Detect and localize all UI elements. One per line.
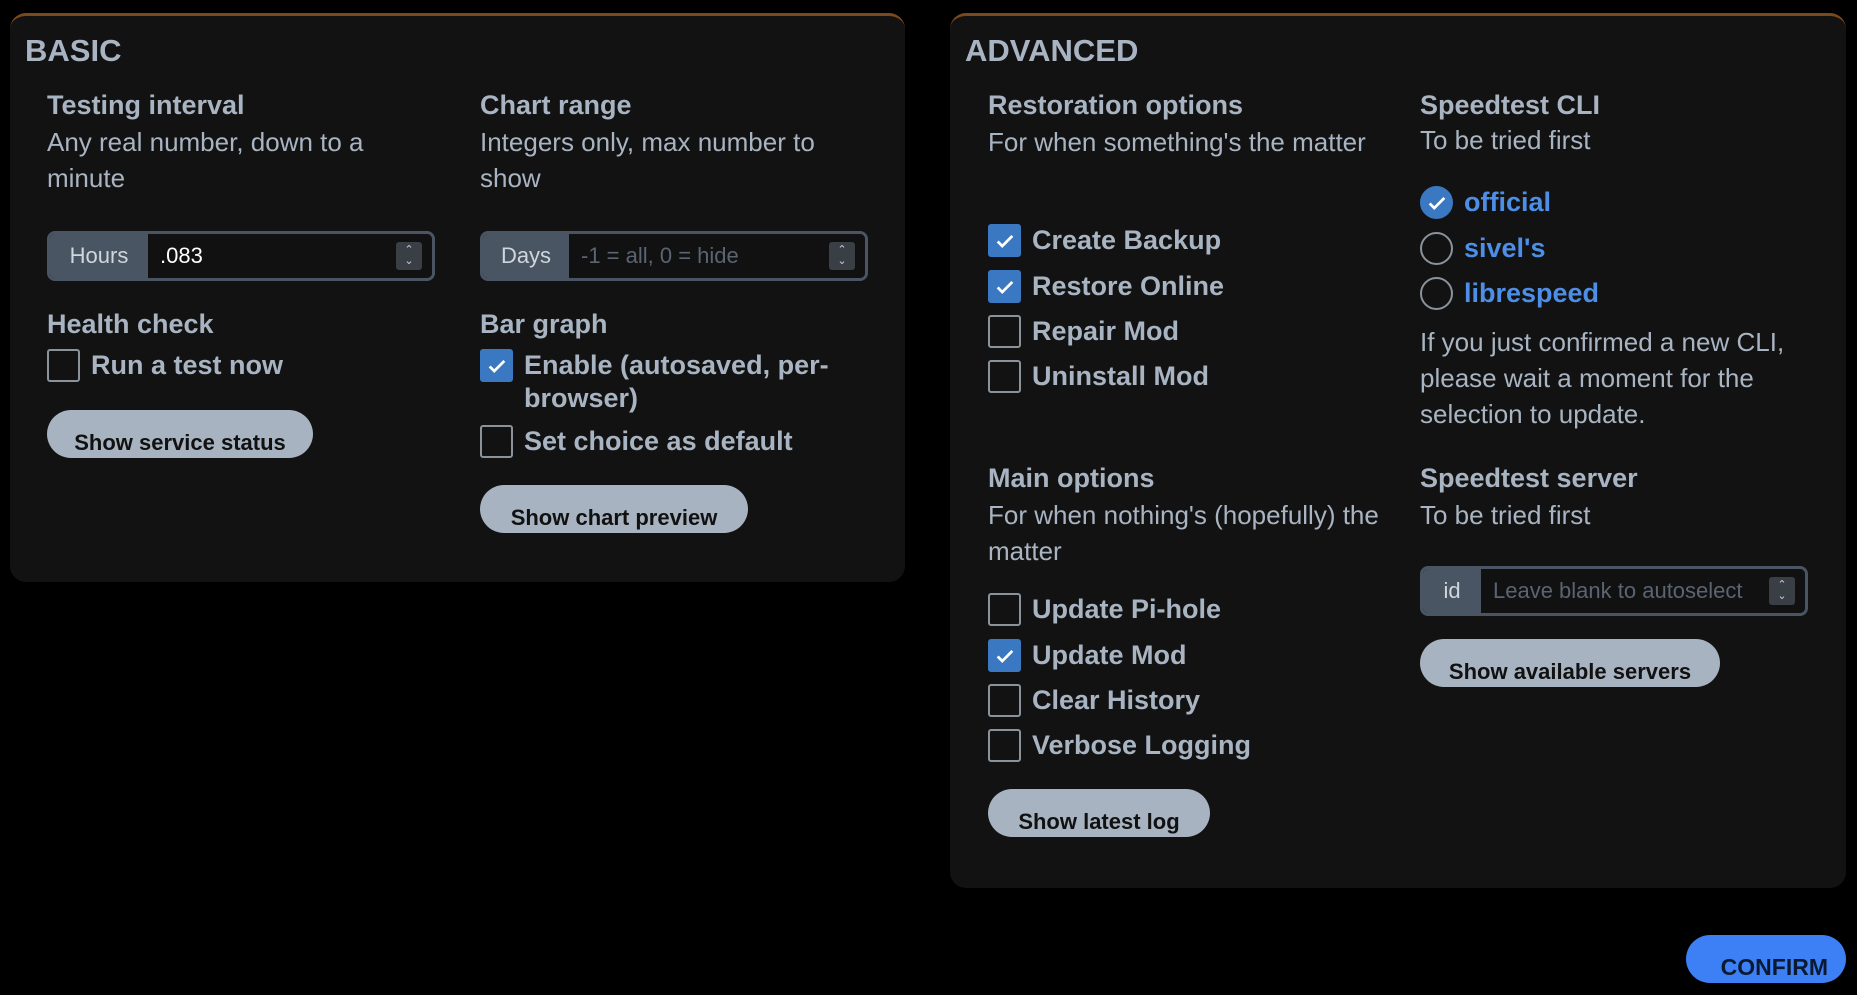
advanced-title: ADVANCED (965, 33, 1139, 68)
repair-mod-row[interactable]: Repair Mod (988, 315, 1179, 348)
cli-official-row[interactable]: official (1420, 186, 1551, 219)
update-mod-row[interactable]: Update Mod (988, 639, 1187, 672)
chart-range-input[interactable]: -1 = all, 0 = hide ⌃ ⌄ (569, 234, 865, 278)
speedtest-cli-desc: To be tried first (1420, 125, 1591, 155)
run-test-checkbox[interactable] (47, 349, 80, 382)
clear-history-checkbox[interactable] (988, 684, 1021, 717)
main-options-title: Main options (988, 463, 1155, 493)
cli-librespeed-row[interactable]: librespeed (1420, 277, 1599, 310)
server-id-input-group: id Leave blank to autoselect ⌃ ⌄ (1420, 566, 1808, 616)
restore-online-row[interactable]: Restore Online (988, 270, 1224, 303)
set-default-row[interactable]: Set choice as default (480, 425, 793, 458)
update-mod-label: Update Mod (1032, 640, 1187, 670)
restore-online-label: Restore Online (1032, 271, 1225, 301)
clear-history-label: Clear History (1032, 685, 1201, 715)
advanced-panel: ADVANCED Restoration options For when so… (950, 13, 1846, 888)
id-addon: id (1423, 569, 1481, 613)
number-spinner-icon[interactable]: ⌃ ⌄ (829, 242, 855, 270)
testing-interval-title: Testing interval (47, 90, 245, 120)
repair-mod-label: Repair Mod (1032, 316, 1180, 346)
cli-sivel-row[interactable]: sivel's (1420, 232, 1546, 265)
chart-range-placeholder: -1 = all, 0 = hide (581, 243, 739, 268)
uninstall-mod-checkbox[interactable] (988, 360, 1021, 393)
enable-bar-graph-label: Enable (autosaved, per-browser) (524, 350, 829, 413)
cli-sivel-radio[interactable] (1420, 232, 1453, 265)
cli-librespeed-radio[interactable] (1420, 277, 1453, 310)
speedtest-server-title: Speedtest server (1420, 463, 1638, 493)
run-test-checkbox-row[interactable]: Run a test now (47, 349, 283, 382)
testing-interval-desc: Any real number, down to a minute (47, 127, 364, 193)
testing-interval-section: Testing interval Any real number, down t… (47, 88, 407, 196)
number-spinner-icon[interactable]: ⌃ ⌄ (1769, 577, 1795, 605)
cli-official-label: official (1464, 187, 1552, 217)
speedtest-server-section: Speedtest server To be tried first (1420, 461, 1800, 533)
verbose-logging-label: Verbose Logging (1032, 730, 1252, 760)
update-mod-checkbox[interactable] (988, 639, 1021, 672)
testing-interval-input-group: Hours .083 ⌃ ⌄ (47, 231, 435, 281)
verbose-logging-row[interactable]: Verbose Logging (988, 729, 1251, 762)
update-pihole-row[interactable]: Update Pi-hole (988, 593, 1221, 626)
basic-title: BASIC (25, 33, 122, 68)
create-backup-checkbox[interactable] (988, 224, 1021, 257)
speedtest-cli-title: Speedtest CLI (1420, 90, 1601, 120)
checkmark-icon (488, 359, 505, 373)
uninstall-mod-label: Uninstall Mod (1032, 361, 1209, 391)
clear-history-row[interactable]: Clear History (988, 684, 1200, 717)
restoration-section: Restoration options For when something's… (988, 88, 1368, 160)
bar-graph-title: Bar graph (480, 309, 608, 339)
chart-range-section: Chart range Integers only, max number to… (480, 88, 860, 196)
run-test-label: Run a test now (91, 350, 284, 380)
show-service-status-button[interactable]: Show service status (47, 410, 313, 458)
checkmark-icon (996, 234, 1013, 248)
show-available-servers-button[interactable]: Show available servers (1420, 639, 1720, 687)
bar-graph-section: Bar graph (480, 307, 608, 341)
cli-sivel-label: sivel's (1464, 233, 1546, 263)
cli-official-radio[interactable] (1420, 186, 1453, 219)
number-spinner-icon[interactable]: ⌃ ⌄ (396, 242, 422, 270)
chart-range-input-group: Days -1 = all, 0 = hide ⌃ ⌄ (480, 231, 868, 281)
hours-addon: Hours (50, 234, 148, 278)
enable-bar-graph-row[interactable]: Enable (autosaved, per-browser) (480, 349, 860, 415)
set-default-checkbox[interactable] (480, 425, 513, 458)
update-pihole-checkbox[interactable] (988, 593, 1021, 626)
confirm-button[interactable]: CONFIRM (1686, 935, 1846, 983)
restoration-title: Restoration options (988, 90, 1243, 120)
days-addon: Days (483, 234, 569, 278)
checkmark-icon (996, 649, 1013, 663)
testing-interval-input[interactable]: .083 ⌃ ⌄ (148, 234, 432, 278)
create-backup-label: Create Backup (1032, 225, 1222, 255)
show-latest-log-button[interactable]: Show latest log (988, 789, 1210, 837)
speedtest-server-desc: To be tried first (1420, 500, 1591, 530)
update-pihole-label: Update Pi-hole (1032, 594, 1222, 624)
restoration-desc: For when something's the matter (988, 127, 1366, 157)
cli-librespeed-label: librespeed (1464, 278, 1600, 308)
speedtest-cli-section: Speedtest CLI To be tried first (1420, 88, 1800, 158)
basic-panel: BASIC Testing interval Any real number, … (10, 13, 905, 582)
restore-online-checkbox[interactable] (988, 270, 1021, 303)
show-chart-preview-button[interactable]: Show chart preview (480, 485, 748, 533)
main-options-desc: For when nothing's (hopefully) the matte… (988, 500, 1379, 566)
repair-mod-checkbox[interactable] (988, 315, 1021, 348)
enable-bar-graph-checkbox[interactable] (480, 349, 513, 382)
cli-note: If you just confirmed a new CLI, please … (1420, 327, 1785, 429)
checkmark-icon (996, 280, 1013, 294)
chart-range-title: Chart range (480, 90, 632, 120)
uninstall-mod-row[interactable]: Uninstall Mod (988, 360, 1209, 393)
testing-interval-value: .083 (160, 243, 203, 268)
health-check-section: Health check (47, 307, 214, 341)
set-default-label: Set choice as default (524, 426, 793, 456)
server-id-input[interactable]: Leave blank to autoselect ⌃ ⌄ (1481, 569, 1805, 613)
chart-range-desc: Integers only, max number to show (480, 127, 815, 193)
main-options-section: Main options For when nothing's (hopeful… (988, 461, 1388, 569)
health-check-title: Health check (47, 309, 214, 339)
create-backup-row[interactable]: Create Backup (988, 224, 1221, 257)
server-id-placeholder: Leave blank to autoselect (1493, 578, 1743, 603)
verbose-logging-checkbox[interactable] (988, 729, 1021, 762)
checkmark-icon (1428, 196, 1445, 210)
